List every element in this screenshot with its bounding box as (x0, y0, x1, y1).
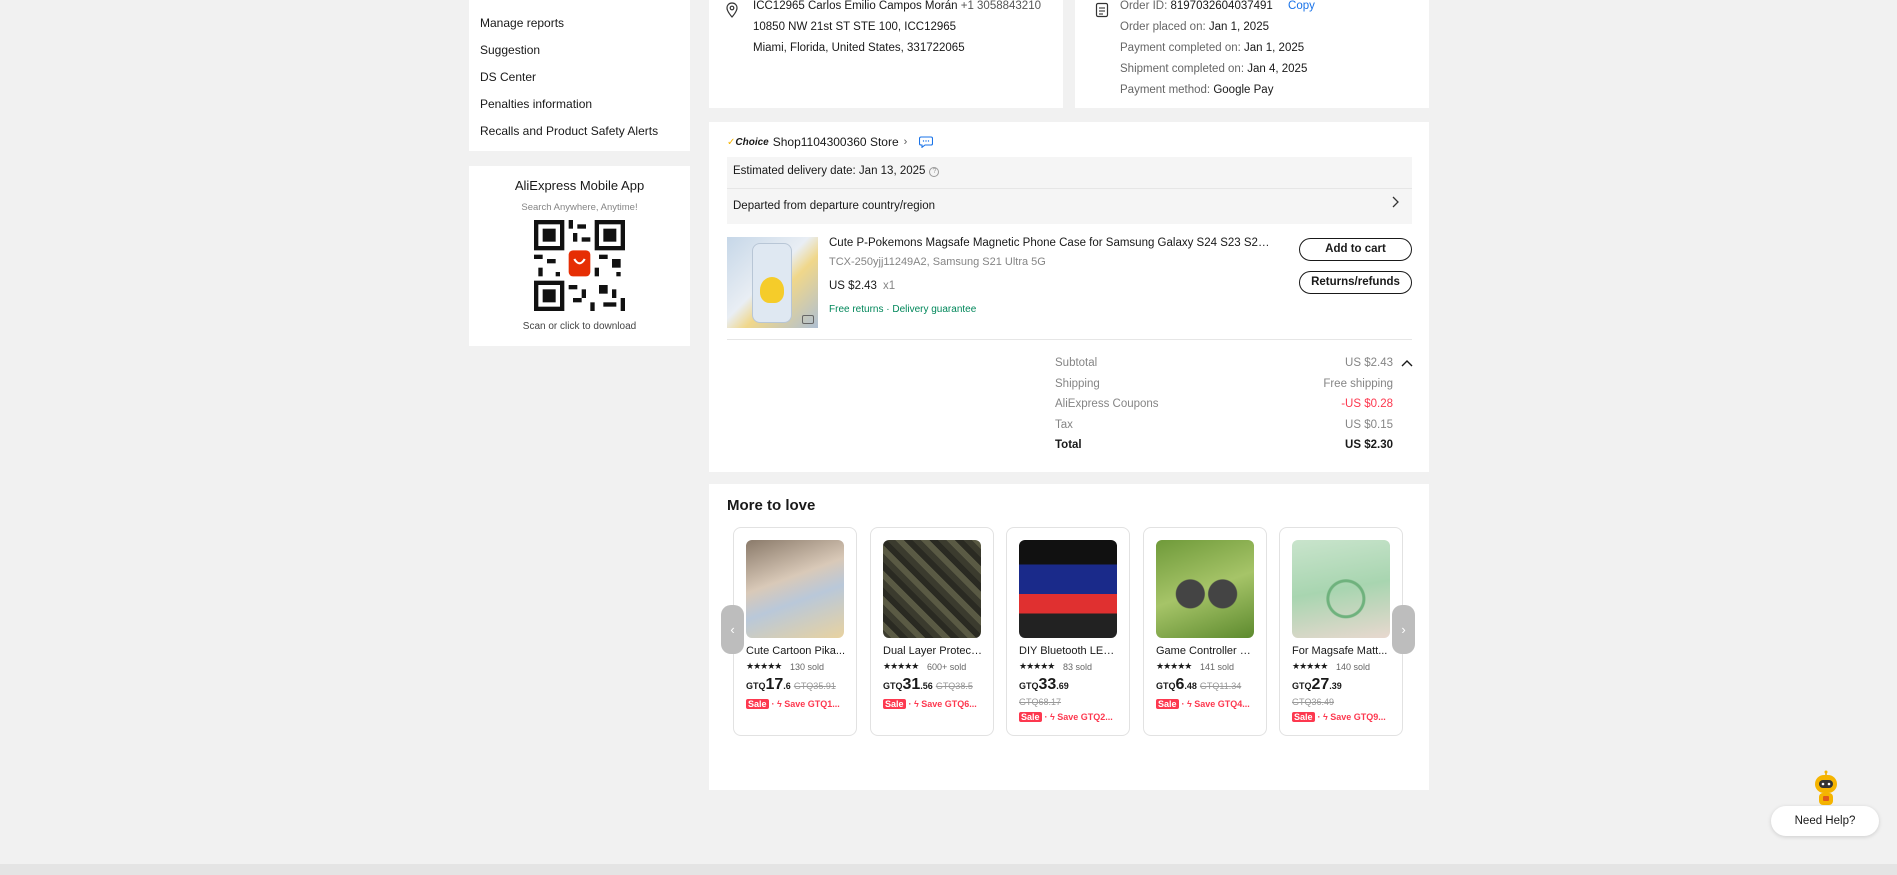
lightning-icon: · ϟ (1044, 712, 1058, 722)
store-name[interactable]: Shop1104300360 Store (773, 135, 899, 149)
tile-price: GTQ17.6 GTQ35.91 (746, 676, 836, 693)
lightning-icon: · ϟ (1181, 699, 1195, 709)
order-id: 8197032604037491 (1170, 0, 1273, 12)
recommendation-card[interactable]: Game Controller K... ★★★★★ 141 sold GTQ6… (1143, 527, 1267, 736)
returns-refunds-button[interactable]: Returns/refunds (1299, 271, 1412, 294)
product-title[interactable]: Cute P-Pokemons Magsafe Magnetic Phone C… (829, 237, 1274, 249)
product-price-line: US $2.43 x1 (829, 280, 895, 292)
need-help-button[interactable]: Need Help? (1771, 806, 1879, 836)
tracking-status[interactable]: Departed from departure country/region (733, 200, 935, 212)
app-title: AliExpress Mobile App (514, 178, 645, 193)
recipient-name: ICC12965 Carlos Emilio Campos Morán (753, 0, 958, 12)
product-thumbnail (1292, 540, 1390, 638)
lightning-icon: · ϟ (771, 699, 785, 709)
order-placed-row: Order placed on: Jan 1, 2025 (1120, 21, 1269, 33)
free-returns-label: Free returns · Delivery guarantee (829, 304, 977, 315)
product-thumbnail (1156, 540, 1254, 638)
rating-stars: ★★★★★ (1156, 661, 1192, 671)
address-street: 10850 NW 21st ST STE 100, ICC12965 (753, 21, 957, 33)
shipping-row: Shipping Free shipping (1055, 378, 1393, 390)
sidebar-item-penalties[interactable]: Penalties information (480, 97, 592, 111)
rating-stars: ★★★★★ (1019, 661, 1055, 671)
tax-row: Tax US $0.15 (1055, 419, 1393, 431)
tile-price: GTQ33.69 (1019, 676, 1069, 693)
product-price: US $2.43 (829, 280, 877, 292)
choice-badge: ✓Choice (727, 136, 769, 148)
tile-price: GTQ31.56 GTQ38.5 (883, 676, 973, 693)
chevron-right-icon: › (903, 136, 908, 148)
payment-completed-row: Payment completed on: Jan 1, 2025 (1120, 42, 1305, 54)
carousel-prev-button[interactable]: ‹ (721, 605, 744, 654)
product-qty: x1 (882, 280, 896, 292)
chevron-right-icon[interactable] (1390, 195, 1400, 209)
footer-strip (0, 864, 1897, 875)
recommendation-card[interactable]: For Magsafe Matt... ★★★★★ 140 sold GTQ27… (1279, 527, 1403, 736)
store-order-card: ✓Choice Shop1104300360 Store › Estimated… (709, 122, 1429, 472)
divider (727, 188, 1412, 189)
product-thumbnail (883, 540, 981, 638)
delivery-status-box: Estimated delivery date: Jan 13, 2025? D… (727, 157, 1412, 224)
order-info-card: Order ID: 8197032604037491 Copy Order pl… (1075, 0, 1429, 108)
sidebar-item-manage-reports[interactable]: Manage reports (480, 16, 564, 30)
estimated-delivery: Estimated delivery date: Jan 13, 2025? (733, 165, 940, 177)
sidebar-item-recalls[interactable]: Recalls and Product Safety Alerts (480, 124, 658, 138)
lightning-icon: · ϟ (1317, 712, 1331, 722)
coupons-row: AliExpress Coupons -US $0.28 (1055, 398, 1393, 410)
scan-download-text: Scan or click to download (522, 321, 637, 332)
carousel-next-button[interactable]: › (1392, 605, 1415, 654)
tile-price: GTQ6.48 GTQ11.34 (1156, 676, 1242, 693)
chat-icon[interactable] (919, 136, 934, 148)
rating-stars: ★★★★★ (1292, 661, 1328, 671)
section-title: More to love (727, 497, 816, 514)
address-name-line: ICC12965 Carlos Emilio Campos Morán +1 3… (753, 0, 1041, 12)
qr-code[interactable] (534, 220, 625, 311)
camera-icon[interactable] (802, 315, 814, 324)
tile-price: GTQ27.39 (1292, 676, 1342, 693)
info-icon[interactable]: ? (929, 167, 940, 177)
chevron-up-icon[interactable] (1401, 359, 1413, 367)
recommendation-card[interactable]: Cute Cartoon Pika... ★★★★★ 130 sold GTQ1… (733, 527, 857, 736)
app-subtitle: Search Anywhere, Anytime! (521, 202, 638, 213)
subtotal-row: Subtotal US $2.43 (1055, 357, 1393, 369)
app-download-box[interactable]: AliExpress Mobile App Search Anywhere, A… (469, 166, 690, 346)
rating-stars: ★★★★★ (883, 661, 919, 671)
copy-order-id-link[interactable]: Copy (1288, 0, 1315, 12)
recommendation-card[interactable]: Dual Layer Protect... ★★★★★ 600+ sold GT… (870, 527, 994, 736)
document-icon (1095, 2, 1109, 18)
payment-method-row: Payment method: Google Pay (1120, 84, 1274, 96)
sidebar-item-ds-center[interactable]: DS Center (480, 70, 536, 84)
help-robot-icon[interactable] (1810, 770, 1842, 806)
address-city: Miami, Florida, United States, 331722065 (753, 42, 965, 54)
shipping-address-card: ICC12965 Carlos Emilio Campos Morán +1 3… (709, 0, 1063, 108)
product-thumbnail (1019, 540, 1117, 638)
product-thumbnail (746, 540, 844, 638)
divider (727, 339, 1412, 340)
side-menu: Manage reports Suggestion DS Center Pena… (469, 0, 690, 151)
order-id-row: Order ID: 8197032604037491 Copy (1120, 0, 1315, 12)
more-to-love-section: More to love Cute Cartoon Pika... ★★★★★ … (709, 484, 1429, 790)
recommendation-card[interactable]: DIY Bluetooth LED... ★★★★★ 83 sold GTQ33… (1006, 527, 1130, 736)
recipient-phone: +1 3058843210 (960, 0, 1041, 12)
add-to-cart-button[interactable]: Add to cart (1299, 238, 1412, 261)
location-pin-icon (726, 2, 738, 18)
lightning-icon: · ϟ (908, 699, 922, 709)
sidebar-item-suggestion[interactable]: Suggestion (480, 43, 540, 57)
shipment-completed-row: Shipment completed on: Jan 4, 2025 (1120, 63, 1308, 75)
rating-stars: ★★★★★ (746, 661, 782, 671)
total-row: Total US $2.30 (1055, 439, 1393, 451)
product-sku: TCX-250yjj11249A2, Samsung S21 Ultra 5G (829, 256, 1046, 268)
product-image[interactable] (727, 237, 818, 328)
store-header[interactable]: ✓Choice Shop1104300360 Store › (727, 133, 934, 151)
